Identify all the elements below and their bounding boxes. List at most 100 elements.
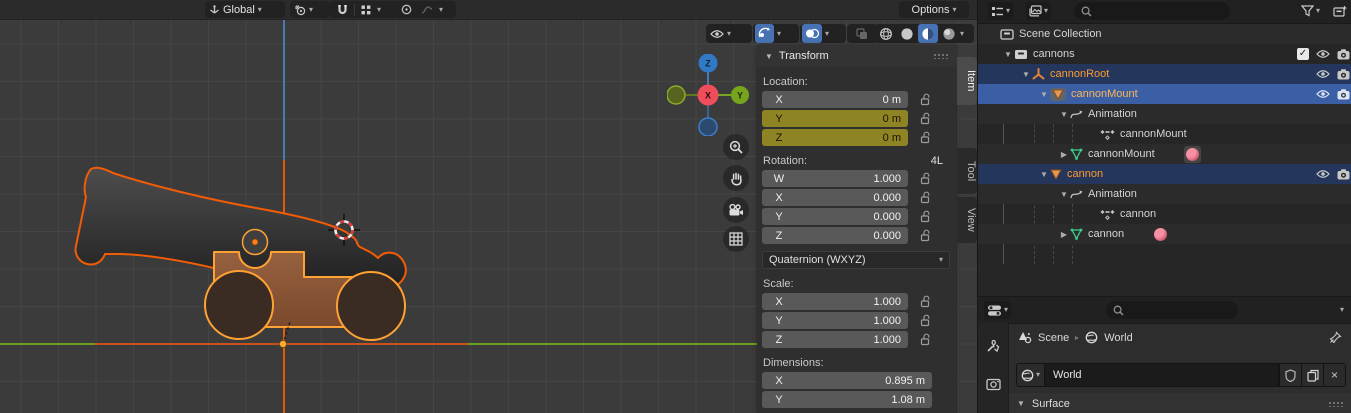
rotation-z-field[interactable]: Z 0.000: [762, 227, 908, 244]
rotation-y-field[interactable]: Y 0.000: [762, 208, 908, 225]
transform-panel-header[interactable]: ▼ Transform: [757, 45, 957, 67]
expand-triangle-icon[interactable]: ▶: [1058, 150, 1070, 159]
navigation-gizmo[interactable]: Z Y X: [667, 54, 749, 136]
pivot-point-dropdown[interactable]: ▾: [290, 1, 330, 18]
scale-z-field[interactable]: Z 1.000: [762, 331, 908, 348]
editor-type-dropdown[interactable]: ▾: [984, 301, 1012, 319]
hide-eye-icon[interactable]: [1316, 89, 1330, 99]
outliner-row-cannonmount-meshdata[interactable]: ▶ cannonMount: [978, 144, 1351, 164]
panel-grip-icon[interactable]: [1328, 400, 1344, 407]
overlays-toggle-icon[interactable]: [802, 24, 822, 43]
lock-icon[interactable]: [920, 314, 931, 327]
toggle-ortho-grid-button[interactable]: [723, 226, 749, 252]
show-hide-dropdown[interactable]: ▾: [706, 24, 752, 43]
tab-tool-settings[interactable]: [979, 333, 1007, 359]
expand-triangle-icon[interactable]: ▶: [1058, 230, 1070, 239]
location-y-field[interactable]: Y 0 m: [762, 110, 908, 127]
location-z-field[interactable]: Z 0 m: [762, 129, 908, 146]
outliner-display-mode-dropdown[interactable]: ▾: [988, 2, 1014, 20]
rotation-mode-dropdown[interactable]: Quaternion (WXYZ) ▾: [762, 251, 950, 269]
disable-render-camera-icon[interactable]: [1337, 88, 1350, 100]
disable-render-camera-icon[interactable]: [1337, 48, 1350, 60]
duplicate-datablock-button[interactable]: [1301, 364, 1323, 386]
material-slot[interactable]: [1182, 144, 1202, 164]
expand-triangle-icon[interactable]: ▼: [1038, 170, 1050, 179]
disable-render-camera-icon[interactable]: [1337, 68, 1350, 80]
expand-triangle-icon[interactable]: ▼: [1020, 70, 1032, 79]
lock-icon[interactable]: [920, 131, 931, 144]
outliner-filter-dropdown[interactable]: ▾: [1298, 2, 1323, 20]
outliner-row-cannonmount-object[interactable]: ▼ cannonMount: [978, 84, 1351, 104]
world-name-input[interactable]: World: [1044, 364, 1279, 386]
panel-grip-icon[interactable]: [933, 53, 949, 59]
breadcrumb-world[interactable]: World: [1104, 332, 1133, 344]
unlink-datablock-button[interactable]: ×: [1323, 364, 1345, 386]
outliner-row-cannonmount-action[interactable]: cannonMount: [978, 124, 1351, 144]
expand-triangle-icon[interactable]: ▼: [1058, 190, 1070, 199]
dimensions-x-field[interactable]: X 0.895 m: [762, 372, 932, 389]
transform-orientation-dropdown[interactable]: Global ▾: [205, 1, 285, 18]
shading-wireframe-icon[interactable]: [876, 24, 896, 43]
lock-icon[interactable]: [920, 172, 931, 185]
outliner-row-animation[interactable]: ▼ Animation: [978, 184, 1351, 204]
cannon-model[interactable]: [0, 0, 757, 413]
shading-rendered-icon[interactable]: [939, 24, 959, 43]
outliner-row-animation[interactable]: ▼ Animation: [978, 104, 1351, 124]
outliner-row-cannon-action[interactable]: cannon: [978, 204, 1351, 224]
rotation-w-field[interactable]: W 1.000: [762, 170, 908, 187]
outliner-search-input[interactable]: [1074, 2, 1230, 20]
hide-eye-icon[interactable]: [1316, 169, 1330, 179]
outliner-row-cannons[interactable]: ▼ cannons ✓: [978, 44, 1351, 64]
fake-user-shield-button[interactable]: [1279, 364, 1301, 386]
breadcrumb-scene[interactable]: Scene: [1038, 332, 1069, 344]
tab-view[interactable]: View: [957, 197, 977, 243]
hide-eye-icon[interactable]: [1316, 69, 1330, 79]
material-sphere-icon[interactable]: [1154, 227, 1168, 241]
shading-material-icon[interactable]: [918, 24, 938, 43]
expand-triangle-icon[interactable]: ▼: [1002, 50, 1014, 59]
proportional-editing-icon[interactable]: [398, 1, 415, 18]
dimensions-y-field[interactable]: Y 1.08 m: [762, 391, 932, 408]
lock-icon[interactable]: [920, 191, 931, 204]
viewport-3d[interactable]: Global ▾ ▾ ▾ ▾ Options ▾ ▾ ▾ ▾ ▾ Z Y X ▼…: [0, 0, 977, 413]
shading-solid-icon[interactable]: [897, 24, 917, 43]
scale-x-field[interactable]: X 1.000: [762, 293, 908, 310]
expand-triangle-icon[interactable]: ▼: [1038, 90, 1050, 99]
hide-eye-icon[interactable]: [1316, 49, 1330, 59]
tab-render[interactable]: [979, 371, 1007, 397]
tab-item[interactable]: Item: [957, 57, 977, 105]
lock-icon[interactable]: [920, 112, 931, 125]
tab-output[interactable]: [979, 407, 1007, 413]
lock-icon[interactable]: [920, 210, 931, 223]
world-browse-dropdown[interactable]: ▾: [1017, 364, 1045, 386]
new-collection-button[interactable]: [1330, 2, 1350, 20]
disable-render-camera-icon[interactable]: [1337, 168, 1350, 180]
falloff-curve-icon[interactable]: [418, 1, 436, 18]
pin-icon[interactable]: [1329, 331, 1342, 344]
options-dropdown[interactable]: Options ▾: [899, 1, 969, 18]
rotation-x-field[interactable]: X 0.000: [762, 189, 908, 206]
snap-toggle-magnet-icon[interactable]: [334, 1, 351, 18]
expand-triangle-icon[interactable]: ▼: [1058, 110, 1070, 119]
location-x-field[interactable]: X 0 m: [762, 91, 908, 108]
outliner-row-cannon-object[interactable]: ▼ cannon: [978, 164, 1351, 184]
outliner-row-cannon-meshdata[interactable]: ▶ cannon: [978, 224, 1351, 244]
pan-hand-button[interactable]: [723, 165, 749, 191]
gizmos-toggle-icon[interactable]: [755, 24, 774, 43]
outliner-row-scene-collection[interactable]: Scene Collection: [978, 24, 1351, 44]
lock-icon[interactable]: [920, 333, 931, 346]
properties-search-input[interactable]: [1106, 301, 1238, 319]
lock-icon[interactable]: [920, 295, 931, 308]
camera-view-button[interactable]: [723, 197, 749, 223]
zoom-button[interactable]: [723, 134, 749, 160]
xray-toggle[interactable]: [847, 24, 877, 43]
collection-checkbox[interactable]: ✓: [1297, 48, 1309, 60]
tab-tool[interactable]: Tool: [957, 148, 977, 194]
scale-y-field[interactable]: Y 1.000: [762, 312, 908, 329]
lock-icon[interactable]: [920, 93, 931, 106]
lock-icon[interactable]: [920, 229, 931, 242]
surface-panel-header[interactable]: ▼ Surface: [1009, 393, 1351, 413]
snap-with-icon[interactable]: [358, 1, 374, 18]
chevron-down-icon[interactable]: ▾: [1340, 306, 1344, 314]
outliner-row-cannonroot[interactable]: ▼ cannonRoot: [978, 64, 1351, 84]
